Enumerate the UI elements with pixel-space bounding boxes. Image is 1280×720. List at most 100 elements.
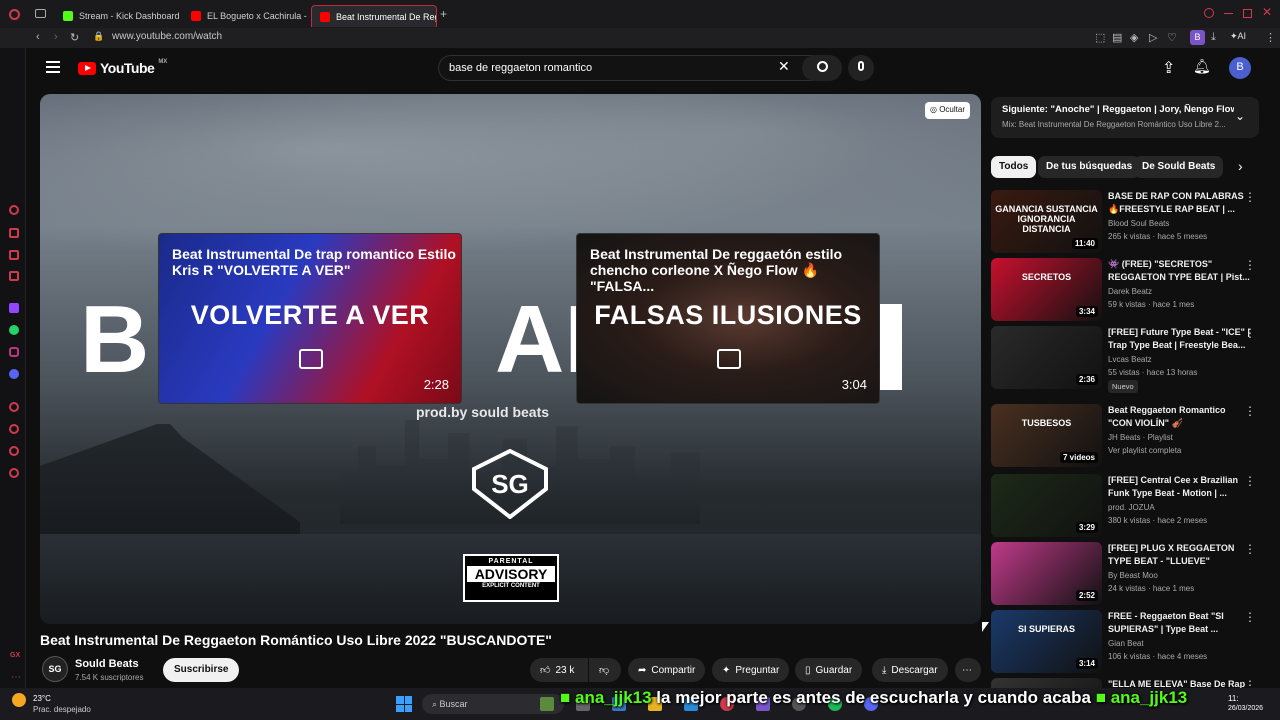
whatsapp-icon[interactable] (9, 325, 19, 335)
recommended-channel[interactable]: Blood Soul Beats (1108, 217, 1169, 230)
recommended-title[interactable]: [FREE] Future Type Beat - "ICE" | Trap T… (1108, 326, 1250, 352)
recommended-title[interactable]: [FREE] Central Cee x Brazilian Funk Type… (1108, 474, 1250, 500)
app-icon[interactable] (9, 271, 19, 281)
tab-overview-icon[interactable] (35, 9, 46, 18)
window-search-icon[interactable] (1204, 8, 1214, 18)
video-player[interactable]: ◎ Ocultar B AN prod.by sould beats SG PA… (40, 94, 981, 624)
instagram-icon[interactable] (9, 347, 19, 357)
more-vertical-icon[interactable]: ⋮ (1244, 258, 1256, 272)
shield-icon[interactable]: ◈ (1130, 31, 1138, 44)
ask-button[interactable]: ✦ Preguntar (712, 658, 790, 682)
video-thumbnail[interactable]: GANANCIA SUSTANCIA IGNORANCIA DISTANCIA 1… (991, 190, 1102, 253)
chevron-down-icon[interactable]: ⌄ (1235, 109, 1245, 123)
recommended-title[interactable]: "ELLA ME ELEVA" Base De Rap (1108, 678, 1250, 688)
gx-icon[interactable]: GX (10, 652, 20, 659)
recommended-channel[interactable]: By Beast Moo (1108, 569, 1158, 582)
subscribe-button[interactable]: Suscribirse (163, 658, 240, 682)
clear-search-icon[interactable]: ✕ (778, 58, 790, 75)
history-icon[interactable] (9, 205, 19, 215)
minimize-button[interactable] (1224, 13, 1233, 14)
recommended-video[interactable]: "ELLA ME ELEVA" Base De Rap ⋮ (991, 678, 1259, 688)
end-card-video[interactable]: Beat Instrumental De trap romantico Esti… (158, 233, 462, 404)
tab-beat-instrumental[interactable]: Beat Instrumental De Regg (311, 5, 437, 27)
search-button[interactable] (802, 55, 842, 81)
save-button[interactable]: ▯ Guardar (795, 658, 863, 682)
hamburger-menu-icon[interactable] (46, 61, 60, 73)
clock-icon[interactable] (9, 424, 19, 434)
video-thumbnail[interactable]: 2:52 (991, 542, 1102, 605)
account-avatar[interactable]: B (1229, 57, 1251, 79)
recommended-title[interactable]: BASE DE RAP CON PALABRAS 🔥FREESTYLE RAP … (1108, 190, 1250, 216)
browser-logo-icon[interactable] (9, 9, 20, 20)
twitch-icon[interactable] (9, 303, 19, 313)
recommended-video[interactable]: 2:52 [FREE] PLUG X REGGAETON TYPE BEAT - … (991, 542, 1259, 606)
recommended-video[interactable]: 2:36 [FREE] Future Type Beat - "ICE" | Tr… (991, 326, 1259, 393)
recommended-title[interactable]: Beat Reggaeton Romantico "CON VIOLÍN" 🎻 (1108, 404, 1250, 430)
reader-icon[interactable]: ▤ (1112, 31, 1122, 44)
more-vertical-icon[interactable]: ⋮ (1244, 678, 1256, 688)
video-thumbnail[interactable]: TUSBESOS 7 videos (991, 404, 1102, 467)
like-button[interactable]: 👍︎ 23 k (530, 658, 588, 682)
more-vertical-icon[interactable]: ⋮ (1244, 326, 1256, 340)
player-icon[interactable] (9, 402, 19, 412)
play-icon[interactable]: ▷ (1149, 31, 1157, 44)
url-field[interactable]: www.youtube.com/watch (112, 31, 222, 42)
video-thumbnail[interactable]: 2:36 (991, 326, 1102, 389)
recommended-video[interactable]: TUSBESOS 7 videos Beat Reggaeton Romantico… (991, 404, 1259, 468)
chip-from-searches[interactable]: De tus búsquedas (1038, 156, 1141, 178)
recommended-channel[interactable]: Lvcas Beatz (1108, 353, 1152, 366)
channel-avatar[interactable]: SG (42, 656, 68, 682)
discord-icon[interactable] (9, 369, 19, 379)
share-button[interactable]: ➦ Compartir (628, 658, 706, 682)
notifications-bell-icon[interactable]: 🔔︎ (1193, 58, 1211, 75)
upload-icon[interactable]: ⇪ (1162, 58, 1175, 78)
recommended-video[interactable]: 3:29 [FREE] Central Cee x Brazilian Funk … (991, 474, 1259, 538)
recommended-title[interactable]: [FREE] PLUG X REGGAETON TYPE BEAT - "LLU… (1108, 542, 1250, 568)
chevron-right-icon[interactable]: › (1238, 158, 1243, 174)
more-actions-button[interactable]: ⋯ (955, 658, 981, 682)
dislike-button[interactable]: 👎︎ (589, 658, 621, 682)
settings-icon[interactable] (9, 468, 19, 478)
video-thumbnail[interactable]: SECRETOS 3:34 (991, 258, 1102, 321)
tab-kick-dashboard[interactable]: Stream - Kick Dashboard (55, 5, 183, 27)
recommended-channel[interactable]: Darek Beatz (1108, 285, 1152, 298)
profile-avatar[interactable]: B (1190, 30, 1205, 45)
recommended-video[interactable]: SI SUPIERAS 3:14 FREE - Reggaeton Beat "SI… (991, 610, 1259, 674)
bag-icon[interactable] (9, 228, 19, 238)
recommended-channel[interactable]: Gian Beat (1108, 637, 1144, 650)
hide-endscreen-button[interactable]: ◎ Ocultar (925, 102, 970, 119)
close-window-button[interactable]: ✕ (1262, 5, 1272, 19)
extension-icon[interactable]: ⬚ (1095, 31, 1105, 44)
recommended-channel[interactable]: JH Beats · Playlist (1108, 431, 1173, 444)
voice-search-button[interactable] (848, 55, 874, 81)
video-thumbnail[interactable] (991, 678, 1102, 688)
more-vertical-icon[interactable]: ⋮ (1244, 474, 1256, 488)
back-icon[interactable]: ‹ (36, 31, 40, 43)
more-vertical-icon[interactable]: ⋮ (1244, 404, 1256, 418)
maximize-button[interactable] (1243, 9, 1252, 18)
more-icon[interactable]: ⋯ (11, 672, 21, 683)
new-tab-button[interactable]: + (440, 7, 447, 21)
recommended-video[interactable]: SECRETOS 3:34 👾 (FREE) "SECRETOS" REGGAETO… (991, 258, 1259, 322)
more-vertical-icon[interactable]: ⋮ (1244, 610, 1256, 624)
notes-icon[interactable] (9, 250, 19, 260)
chip-all[interactable]: Todos (991, 156, 1037, 178)
video-thumbnail[interactable]: SI SUPIERAS 3:14 (991, 610, 1102, 673)
link-icon[interactable] (9, 446, 19, 456)
more-vertical-icon[interactable]: ⋮ (1244, 542, 1256, 556)
download-button[interactable]: ⤓ Descargar (872, 658, 948, 682)
youtube-logo[interactable]: YouTube MX (78, 59, 167, 76)
reload-icon[interactable]: ↻ (70, 31, 79, 44)
channel-name[interactable]: Sould Beats (75, 658, 139, 670)
recommended-title[interactable]: FREE - Reggaeton Beat "SI SUPIERAS" | Ty… (1108, 610, 1250, 636)
end-card-video[interactable]: Beat Instrumental De reggaetón estilo ch… (576, 233, 880, 404)
ai-button[interactable]: ✦AI (1230, 31, 1246, 42)
recommended-video[interactable]: GANANCIA SUSTANCIA IGNORANCIA DISTANCIA 1… (991, 190, 1259, 254)
download-icon[interactable]: ⤓ (1211, 31, 1216, 44)
recommended-channel[interactable]: prod. JOZUA (1108, 501, 1155, 514)
video-thumbnail[interactable]: 3:29 (991, 474, 1102, 537)
tab-el-bogueto[interactable]: EL Bogueto x Cachirula - I (183, 5, 307, 27)
up-next-box[interactable]: Siguiente: "Anoche" | Reggaeton | Jory, … (991, 97, 1259, 138)
heart-icon[interactable]: ♡ (1167, 31, 1177, 44)
recommended-title[interactable]: 👾 (FREE) "SECRETOS" REGGAETON TYPE BEAT … (1108, 258, 1250, 284)
